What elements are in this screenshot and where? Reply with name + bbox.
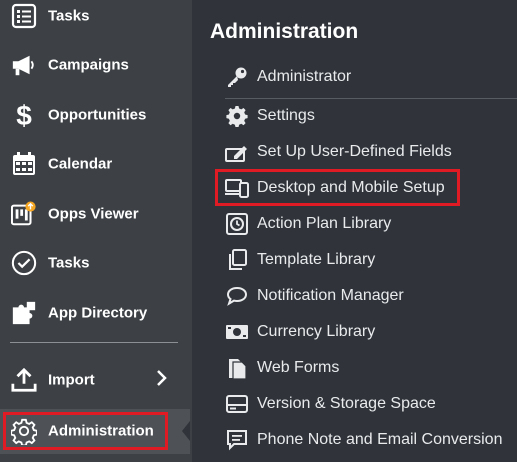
sidebar-divider (10, 342, 178, 343)
menu-item-label: Template Library (257, 251, 376, 268)
sidebar-item-label: Import (48, 371, 95, 389)
sidebar-item-label: App Directory (48, 304, 148, 322)
menu-item-label: Set Up User-Defined Fields (257, 143, 452, 160)
menu-item-currency-library[interactable]: Currency Library (225, 317, 515, 347)
money-icon (225, 320, 249, 344)
menu-item-label: Notification Manager (257, 287, 404, 304)
puzzle-icon (11, 300, 37, 326)
menu-item-label: Web Forms (257, 359, 340, 376)
dollar-icon: $ (11, 100, 37, 130)
sidebar-item-opportunities[interactable]: $ Opportunities (0, 93, 190, 137)
list-icon (11, 3, 37, 29)
panel-divider (225, 98, 517, 99)
gear-icon (225, 104, 249, 128)
storage-icon (225, 392, 249, 416)
sidebar-item-opps-viewer[interactable]: Opps Viewer (0, 192, 190, 236)
chevron-right-icon (156, 369, 168, 391)
menu-item-settings[interactable]: Settings (225, 101, 515, 131)
sidebar-item-campaigns[interactable]: Campaigns (0, 43, 190, 87)
menu-item-label: Action Plan Library (257, 215, 392, 232)
menu-item-label: Phone Note and Email Conversion (257, 431, 503, 448)
menu-item-administrator[interactable]: Administrator (225, 62, 515, 92)
copy-icon (225, 248, 249, 272)
menu-item-phone-note-email[interactable]: Phone Note and Email Conversion (225, 425, 515, 455)
panel-title: Administration (210, 20, 359, 43)
sidebar-item-label: Tasks (48, 7, 90, 25)
kanban-icon (11, 201, 37, 227)
sidebar-item-app-directory[interactable]: App Directory (0, 291, 190, 335)
menu-item-label: Administrator (257, 68, 352, 85)
clock-icon (225, 212, 249, 236)
menu-item-label: Currency Library (257, 323, 376, 340)
highlight-administration (3, 412, 168, 450)
sidebar-item-label: Opps Viewer (48, 205, 139, 223)
key-icon (225, 65, 249, 89)
sidebar-item-label: Tasks (48, 254, 90, 272)
menu-item-label: Version & Storage Space (257, 395, 436, 412)
sidebar: Tasks Campaigns $ Opportunities Calendar… (0, 0, 190, 462)
sidebar-item-label: Campaigns (48, 56, 129, 74)
highlight-desktop-mobile-setup (215, 169, 460, 206)
edit-field-icon (225, 140, 249, 164)
menu-item-template-library[interactable]: Template Library (225, 245, 515, 275)
menu-item-user-defined-fields[interactable]: Set Up User-Defined Fields (225, 137, 515, 167)
calendar-icon (11, 151, 37, 177)
menu-item-action-plan-library[interactable]: Action Plan Library (225, 209, 515, 239)
svg-text:$: $ (16, 100, 32, 130)
documents-icon (225, 356, 249, 380)
sidebar-item-label: Calendar (48, 155, 113, 173)
sidebar-item-label: Opportunities (48, 106, 147, 124)
upload-icon (11, 367, 37, 393)
sidebar-item-tasks-2[interactable]: Tasks (0, 241, 190, 285)
menu-item-web-forms[interactable]: Web Forms (225, 353, 515, 383)
sidebar-item-calendar[interactable]: Calendar (0, 142, 190, 186)
menu-item-label: Settings (257, 107, 315, 124)
sidebar-item-import[interactable]: Import (0, 358, 190, 402)
menu-item-version-storage[interactable]: Version & Storage Space (225, 389, 515, 419)
sidebar-item-tasks[interactable]: Tasks (0, 0, 190, 38)
check-circle-icon (11, 250, 37, 276)
message-icon (225, 428, 249, 452)
chat-bubble-icon (225, 284, 249, 308)
megaphone-icon (11, 52, 37, 78)
menu-item-notification-manager[interactable]: Notification Manager (225, 281, 515, 311)
